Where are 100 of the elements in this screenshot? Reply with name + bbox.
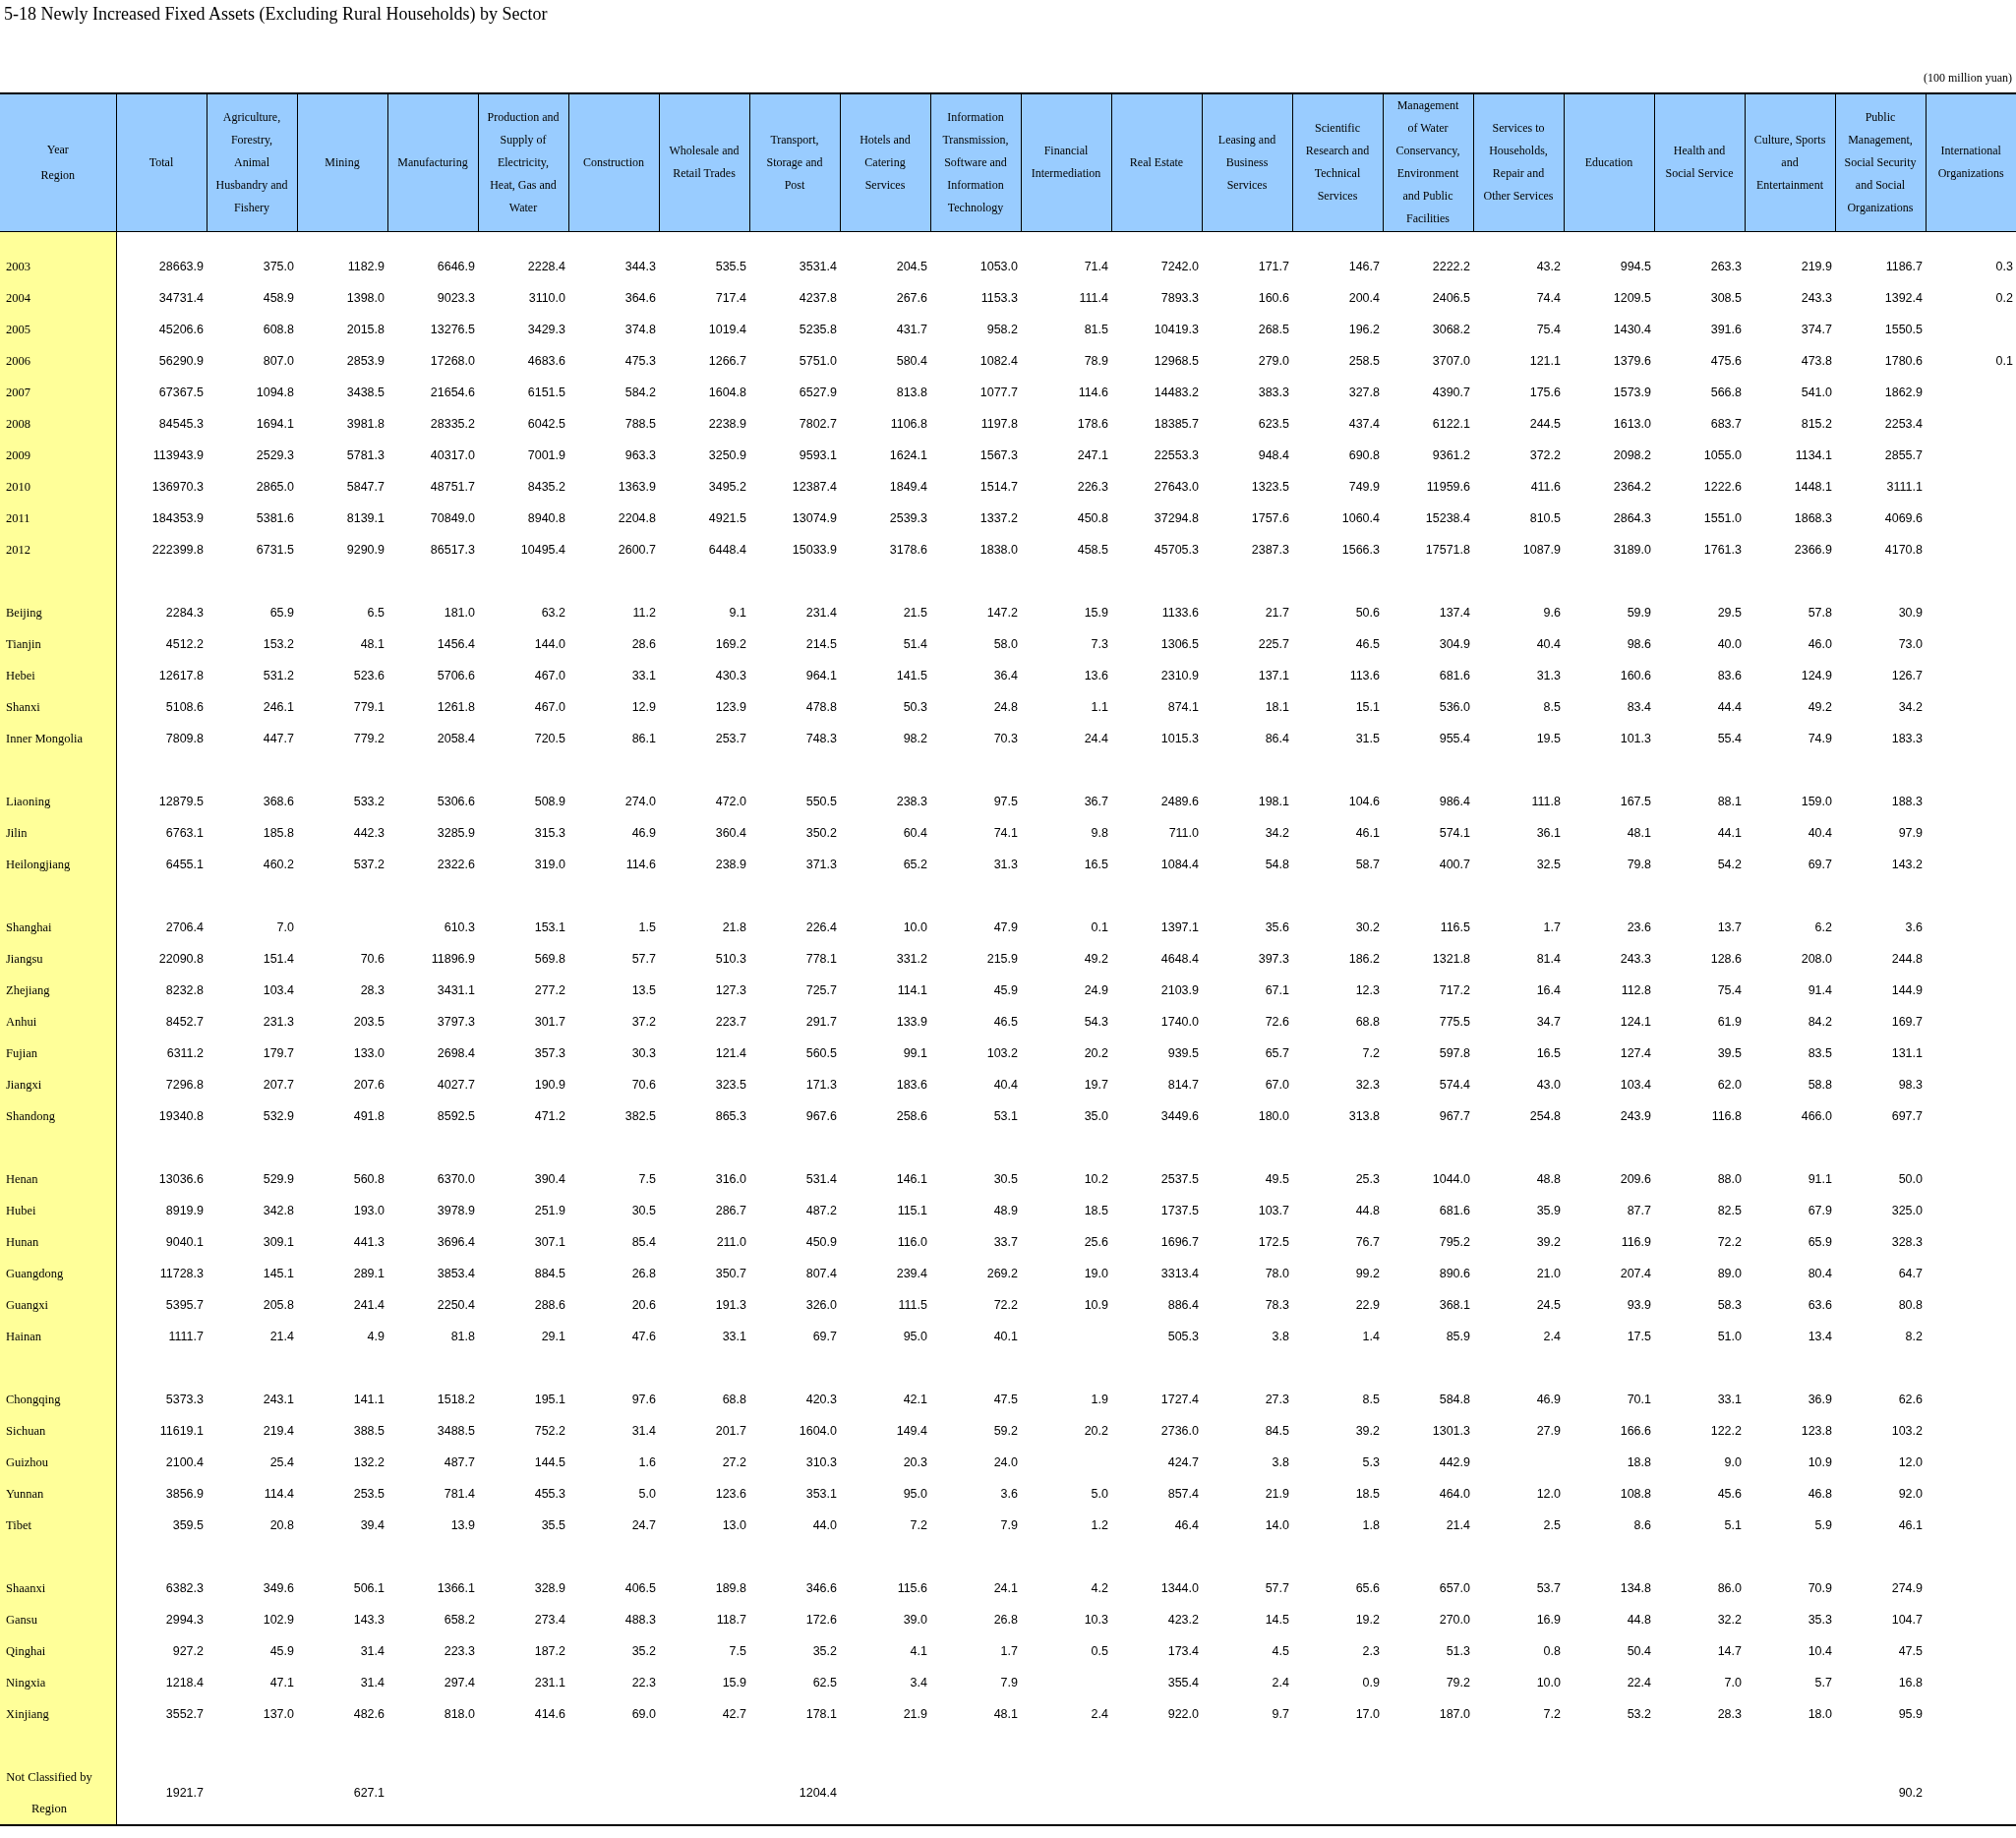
table-cell-text: 2.4 — [1542, 1328, 1562, 1345]
table-cell-text: 253.5 — [352, 1485, 385, 1503]
table-cell-text: 15238.4 — [1424, 509, 1471, 527]
table-cell-text: 4027.7 — [436, 1076, 476, 1094]
header-label: Year — [45, 142, 70, 159]
table-cell-text: 18.5 — [1083, 1202, 1109, 1219]
table-cell-text: 7893.3 — [1159, 289, 1200, 307]
table-cell-text: 6122.1 — [1431, 415, 1471, 433]
table-cell-text: 1044.0 — [1431, 1170, 1471, 1188]
table-cell-text: 114.4 — [263, 1485, 295, 1503]
table-cell-text: 8139.1 — [345, 509, 385, 527]
table-cell-text: 65.9 — [1807, 1233, 1833, 1251]
table-cell-text: 114.6 — [624, 856, 657, 873]
table-cell-text: 9.1 — [728, 604, 747, 622]
table-cell-text: 4390.7 — [1431, 384, 1471, 401]
table-cell-text: 7.3 — [1090, 635, 1109, 653]
row-header: 2006 — [6, 352, 30, 370]
table-cell-text: 209.6 — [1619, 1170, 1652, 1188]
table-cell-text: 26.8 — [630, 1265, 657, 1282]
row-header: Sichuan — [6, 1422, 46, 1440]
table-cell-text: 450.8 — [1076, 509, 1109, 527]
table-cell-text: 9593.1 — [798, 446, 838, 464]
table-cell-text: 4.1 — [909, 1642, 928, 1660]
table-cell-text: 886.4 — [1166, 1296, 1200, 1314]
table-cell-text: 307.1 — [533, 1233, 566, 1251]
table-cell-text: 44.8 — [1354, 1202, 1381, 1219]
table-cell-text: 383.3 — [1257, 384, 1290, 401]
table-cell-text: 112.8 — [1620, 981, 1652, 999]
table-cell-text: 2058.4 — [436, 730, 476, 747]
table-cell-text: 167.5 — [1619, 793, 1652, 810]
table-cell-text: 301.7 — [533, 1013, 566, 1031]
table-cell-text: 20.2 — [1083, 1422, 1109, 1440]
table-cell-text: 58.8 — [1807, 1076, 1833, 1094]
table-cell-text: 488.3 — [623, 1611, 657, 1629]
table-cell-text: 13.7 — [1716, 919, 1743, 936]
table-cell-text: 1055.0 — [1702, 446, 1743, 464]
table-cell: 5373.3 — [116, 1384, 207, 1415]
table-cell-text: 21.5 — [902, 604, 928, 622]
table-cell-text: 442.3 — [352, 824, 385, 842]
table-cell-text: 13.6 — [1083, 667, 1109, 684]
table-cell-text: 226.4 — [804, 919, 838, 936]
table-cell-text: 948.4 — [1257, 446, 1290, 464]
table-cell-text: 939.5 — [1166, 1044, 1200, 1062]
table-cell-text: 1.8 — [1361, 1516, 1381, 1534]
table-cell-text: 1761.3 — [1702, 541, 1743, 559]
table-cell-text: 35.6 — [1264, 919, 1290, 936]
table-cell-text: 39.2 — [1354, 1422, 1381, 1440]
table-cell-text: 131.1 — [1890, 1044, 1924, 1062]
table-cell-text: 149.4 — [895, 1422, 928, 1440]
table-cell-text: 5.0 — [1090, 1485, 1109, 1503]
table-cell-text: 1838.0 — [978, 541, 1019, 559]
table-cell-text: 388.5 — [352, 1422, 385, 1440]
table-cell-text: 46.5 — [1354, 635, 1381, 653]
table-cell-text: 6731.5 — [255, 541, 295, 559]
table-cell-text: 101.3 — [1619, 730, 1652, 747]
table-cell-text: 43.0 — [1535, 1076, 1562, 1094]
table-cell-text: 375.0 — [262, 258, 295, 275]
table-cell-text: 137.4 — [1438, 604, 1471, 622]
table-cell-text: 346.6 — [804, 1579, 838, 1597]
table-cell-text: 82.5 — [1716, 1202, 1743, 1219]
table-cell-text: 49.2 — [1083, 950, 1109, 968]
table-cell-text: 59.2 — [992, 1422, 1019, 1440]
table-cell-text: 1379.6 — [1612, 352, 1652, 370]
table-cell-text: 779.1 — [352, 698, 385, 716]
table-cell: 8232.8 — [116, 975, 207, 1006]
table-cell-text: 193.0 — [352, 1202, 385, 1219]
table-cell-text: 44.1 — [1716, 824, 1743, 842]
table-cell-text: 258.6 — [895, 1107, 928, 1125]
table-cell: 12617.8 — [116, 660, 207, 691]
table-cell-text: 50.4 — [1626, 1642, 1652, 1660]
table-cell-text: 68.8 — [721, 1391, 747, 1408]
table-cell-text: 6448.4 — [707, 541, 747, 559]
table-cell-text: 1301.3 — [1431, 1422, 1471, 1440]
table-cell-text: 62.5 — [811, 1674, 838, 1691]
table-cell-text: 231.4 — [804, 604, 838, 622]
table-cell-text: 6370.0 — [436, 1170, 476, 1188]
table-cell-text: 1757.6 — [1250, 509, 1290, 527]
table-cell-text: 57.7 — [1264, 1579, 1290, 1597]
table-cell-text: 865.3 — [714, 1107, 747, 1125]
table-cell-text: 1849.4 — [888, 478, 928, 496]
table-cell-text: 67.0 — [1264, 1076, 1290, 1094]
table-cell-text: 315.3 — [533, 824, 566, 842]
table-cell-text: 1604.8 — [707, 384, 747, 401]
table-cell-text: 297.4 — [443, 1674, 476, 1691]
table-cell-text: 1182.9 — [346, 258, 385, 275]
table-cell-text: 83.4 — [1626, 698, 1652, 716]
table-cell-text: 467.0 — [533, 698, 566, 716]
table-cell-text: 8.2 — [1904, 1328, 1924, 1345]
table-cell-text: 9.7 — [1271, 1705, 1290, 1723]
table-cell-text: 442.9 — [1438, 1453, 1471, 1471]
table-cell: 136970.3 — [116, 471, 207, 503]
table-cell-text: 1514.7 — [978, 478, 1019, 496]
table-cell-text: 187.0 — [1438, 1705, 1471, 1723]
table-cell-text: 146.7 — [1347, 258, 1381, 275]
table-cell-text: 27.9 — [1535, 1422, 1562, 1440]
table-cell-text: 475.6 — [1709, 352, 1743, 370]
table-cell-text: 331.2 — [895, 950, 928, 968]
table-cell-text: 2.3 — [1361, 1642, 1381, 1660]
table-cell-text: 25.3 — [1354, 1170, 1381, 1188]
table-cell-text: 536.0 — [1438, 698, 1471, 716]
